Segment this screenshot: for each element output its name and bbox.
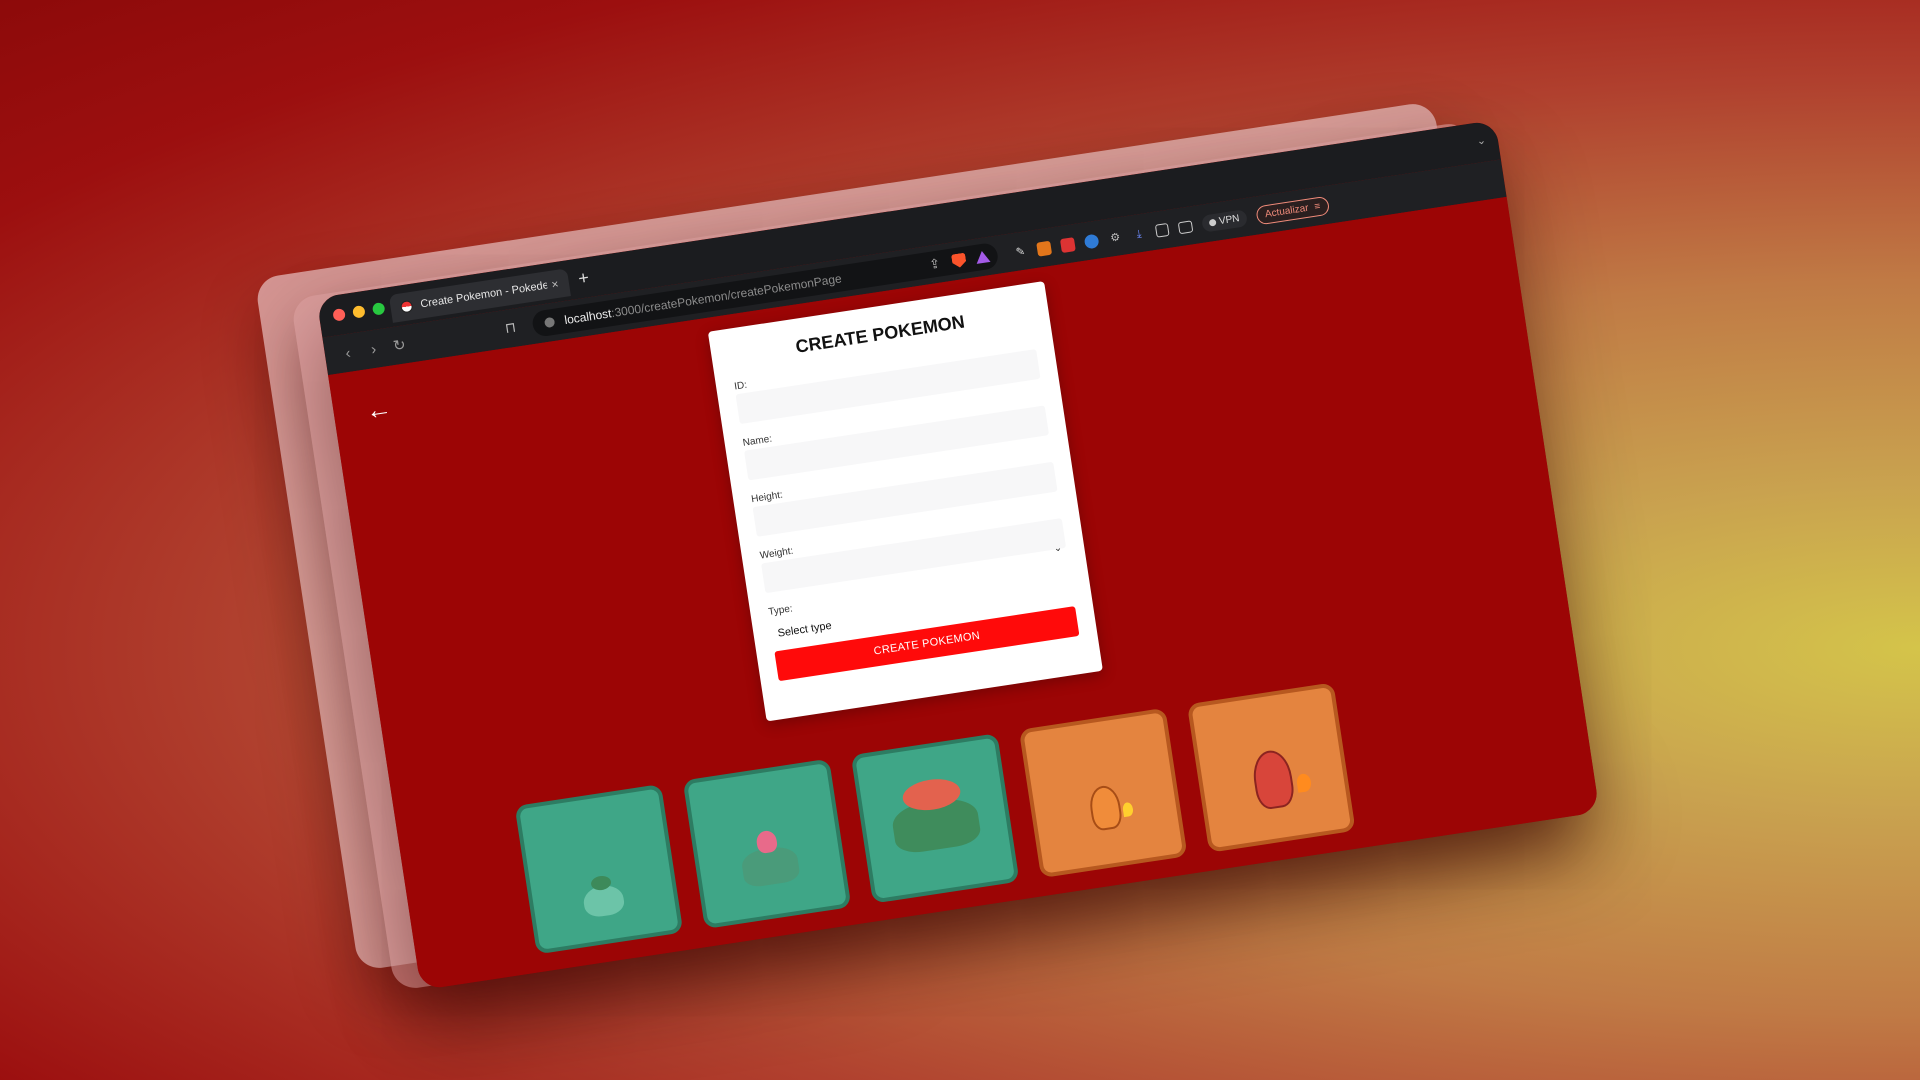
back-arrow-icon[interactable]: ←: [364, 392, 394, 426]
pokemon-card[interactable]: [514, 784, 684, 955]
share-icon[interactable]: ⇪: [928, 255, 941, 272]
minimize-window-button[interactable]: [352, 305, 366, 319]
close-window-button[interactable]: [332, 308, 346, 322]
update-label: Actualizar: [1264, 202, 1310, 221]
wallet-icon[interactable]: [1177, 219, 1194, 234]
extension-blue-icon[interactable]: [1083, 233, 1100, 249]
vpn-icon: [1208, 218, 1217, 227]
forward-nav-icon[interactable]: ›: [360, 339, 388, 360]
vpn-button[interactable]: VPN: [1201, 209, 1248, 233]
brave-rewards-icon[interactable]: [974, 249, 991, 264]
maximize-window-button[interactable]: [371, 302, 386, 316]
tab-close-icon[interactable]: ×: [546, 276, 564, 292]
update-button[interactable]: Actualizar ≡: [1254, 195, 1331, 226]
site-info-icon[interactable]: [543, 316, 556, 329]
desktop-background: Create Pokemon - Pokedex × + ⌄ ‹ › ↻ ⊓ l…: [0, 0, 1920, 1080]
ivysaur-icon: [740, 844, 801, 889]
vpn-label: VPN: [1218, 213, 1241, 228]
bulbasaur-icon: [581, 883, 626, 919]
url-host: localhost: [563, 306, 613, 328]
bookmark-icon[interactable]: ⊓: [504, 319, 517, 337]
charmander-icon: [1087, 783, 1124, 832]
pokemon-card-row: [514, 682, 1356, 955]
pokemon-card[interactable]: [850, 733, 1020, 904]
sidebar-icon[interactable]: [1154, 222, 1170, 238]
pokemon-card[interactable]: [1186, 682, 1356, 853]
puzzle-icon[interactable]: ⚙: [1107, 229, 1123, 245]
venusaur-icon: [890, 795, 983, 856]
reload-icon[interactable]: ↻: [385, 334, 413, 356]
pokeball-icon: [399, 299, 414, 314]
download-icon[interactable]: ⤓: [1131, 226, 1147, 242]
metamask-fox-icon[interactable]: [1036, 240, 1053, 257]
chevron-down-icon[interactable]: ⌄: [1053, 542, 1063, 554]
new-tab-button[interactable]: +: [577, 267, 591, 289]
pokemon-card[interactable]: [682, 758, 852, 930]
window-controls: [332, 302, 386, 322]
brave-shields-icon[interactable]: [951, 253, 967, 269]
back-nav-icon[interactable]: ‹: [334, 343, 362, 364]
chevron-down-icon[interactable]: ⌄: [1476, 133, 1487, 147]
pencil-icon[interactable]: ✎: [1012, 244, 1028, 260]
pokemon-card[interactable]: [1018, 707, 1188, 879]
charmeleon-icon: [1249, 747, 1297, 811]
extension-red-icon[interactable]: [1059, 236, 1076, 253]
menu-icon: ≡: [1313, 200, 1322, 213]
create-pokemon-form: CREATE POKEMON ID: Name: Height: Weight:…: [707, 281, 1103, 722]
